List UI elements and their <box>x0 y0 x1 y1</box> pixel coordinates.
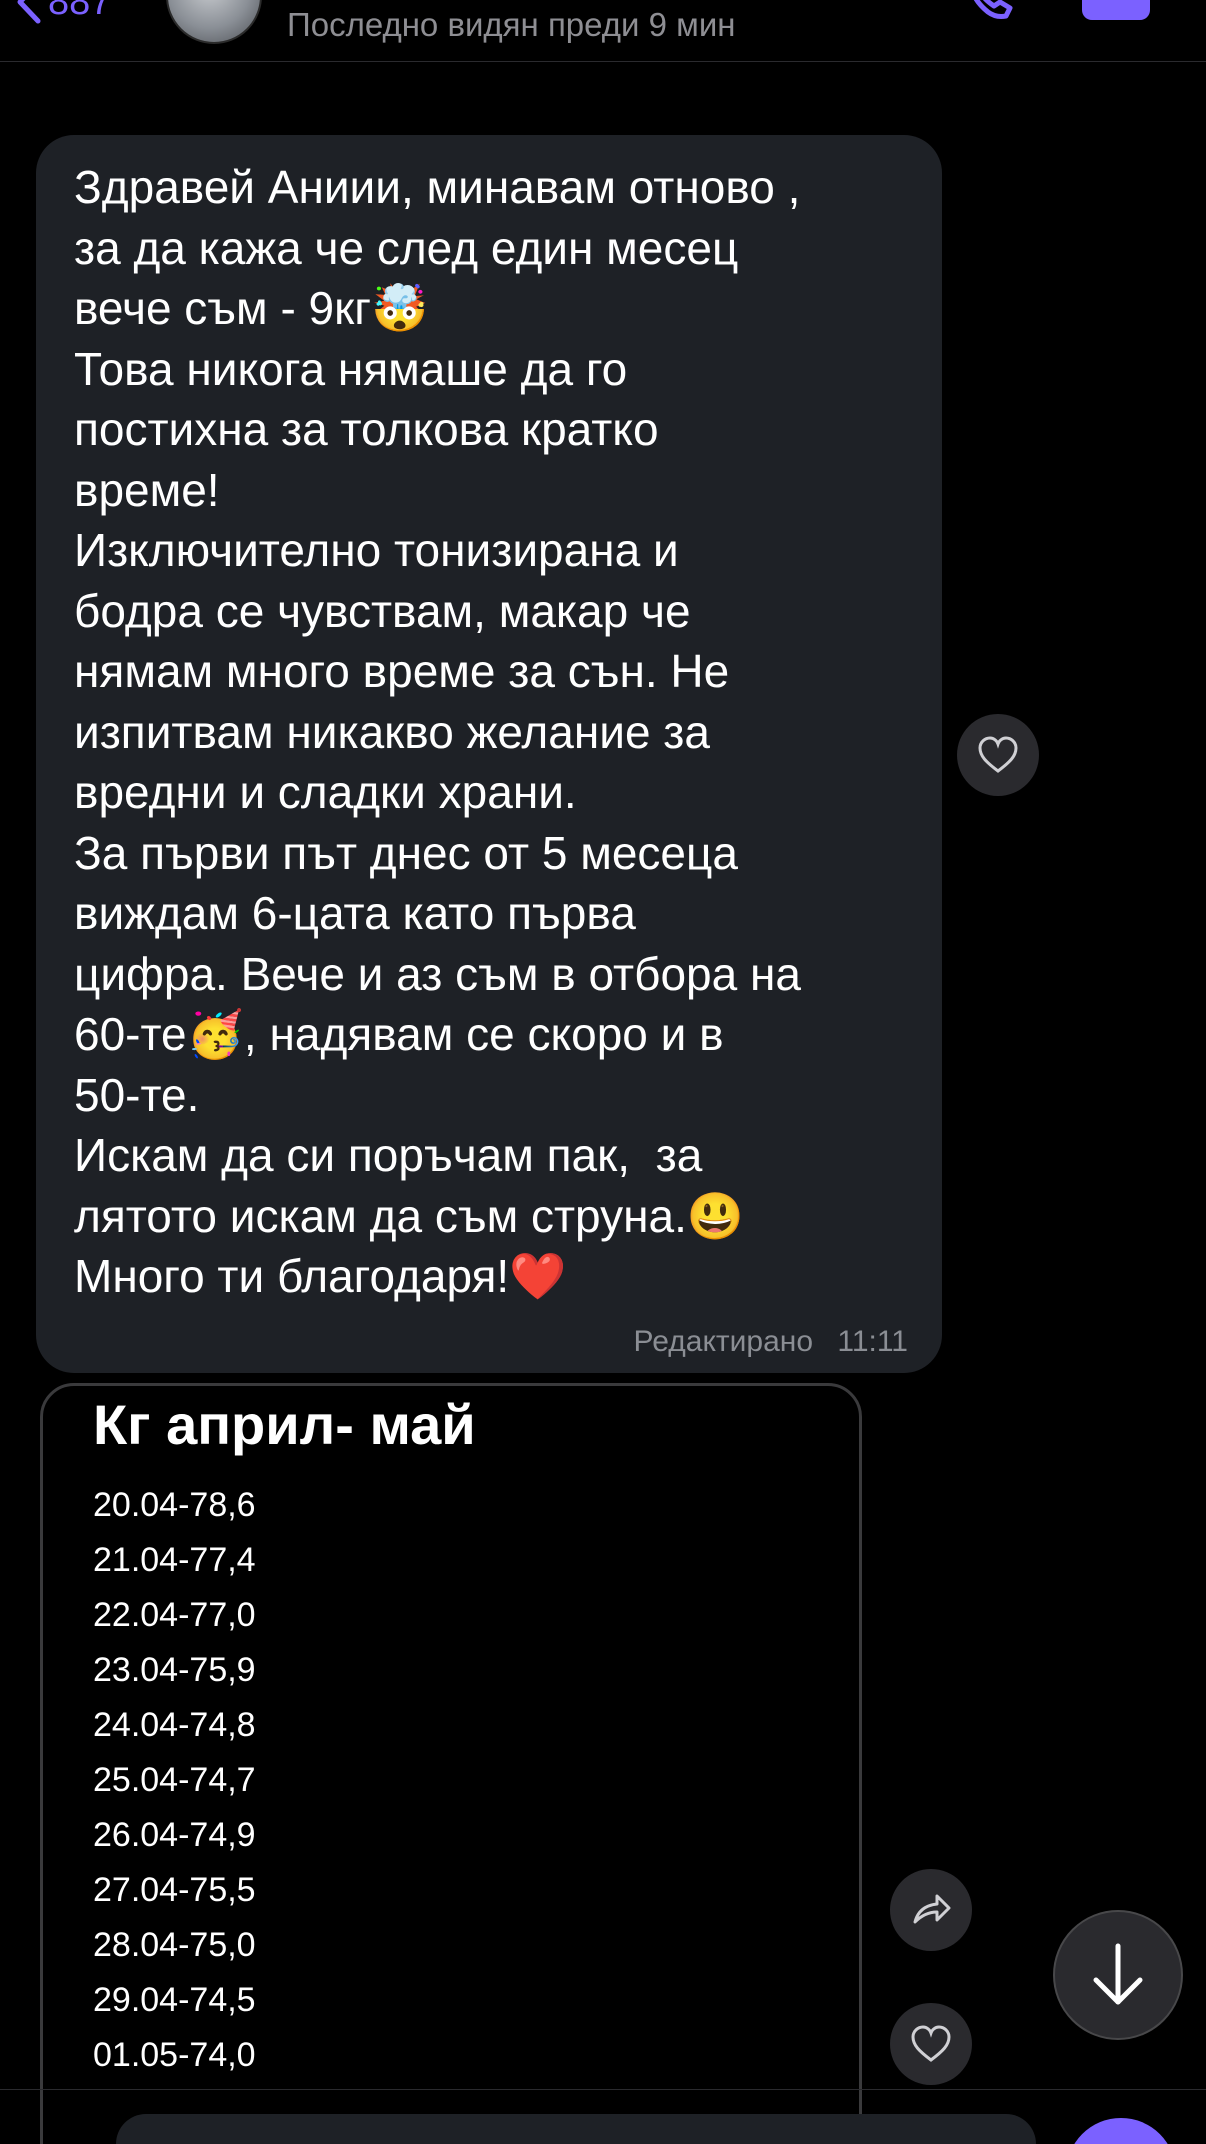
message-text: Здравей Аниии, минавам отново , за да ка… <box>74 161 801 1302</box>
weight-entry: 29.04-74,5 <box>93 1981 256 2019</box>
weight-entry: 25.04-74,7 <box>93 1761 256 1799</box>
back-button[interactable]: 887 <box>14 0 111 32</box>
video-camera-icon[interactable] <box>1082 0 1150 20</box>
weight-entry: 01.05-74,0 <box>93 2036 256 2074</box>
message-meta: Редактирано 11:11 <box>634 1325 908 1359</box>
forward-button[interactable] <box>890 1869 972 1951</box>
weight-entry: 26.04-74,9 <box>93 1816 256 1854</box>
composer-divider <box>0 2089 1206 2090</box>
arrow-down-icon <box>1093 1943 1143 2005</box>
message-input[interactable] <box>116 2114 1036 2144</box>
phone-icon[interactable] <box>960 0 1018 24</box>
weight-log-title: Кг април- май <box>93 1393 476 1456</box>
weight-entry: 23.04-75,9 <box>93 1651 256 1689</box>
unread-count: 887 <box>48 0 112 23</box>
message-bubble[interactable]: Здравей Аниии, минавам отново , за да ка… <box>36 135 942 1373</box>
share-arrow-icon <box>913 1894 951 1924</box>
contact-avatar[interactable] <box>166 0 262 44</box>
weight-entry: 27.04-75,5 <box>93 1871 256 1909</box>
weight-entry: 28.04-75,0 <box>93 1926 256 1964</box>
like-button[interactable] <box>957 714 1039 796</box>
weight-log-list: 20.04-78,6 21.04-77,4 22.04-77,0 23.04-7… <box>93 1478 256 2083</box>
weight-entry: 24.04-74,8 <box>93 1706 256 1744</box>
chevron-left-icon <box>17 0 41 24</box>
last-seen-status: Последно видян преди 9 мин <box>287 6 736 43</box>
send-button[interactable] <box>1066 2118 1176 2144</box>
image-like-button[interactable] <box>890 2003 972 2085</box>
weight-entry: 20.04-78,6 <box>93 1486 256 1524</box>
weight-entry: 22.04-77,0 <box>93 1596 256 1634</box>
scroll-to-bottom-button[interactable] <box>1053 1910 1183 2040</box>
weight-log-image[interactable]: Кг април- май 20.04-78,6 21.04-77,4 22.0… <box>40 1383 862 2144</box>
weight-entry: 21.04-77,4 <box>93 1541 256 1579</box>
heart-icon <box>911 2025 951 2062</box>
message-time: 11:11 <box>837 1325 908 1358</box>
chat-header: 887 Последно видян преди 9 мин <box>0 0 1206 62</box>
edited-label: Редактирано <box>633 1325 814 1358</box>
heart-icon <box>978 736 1018 773</box>
